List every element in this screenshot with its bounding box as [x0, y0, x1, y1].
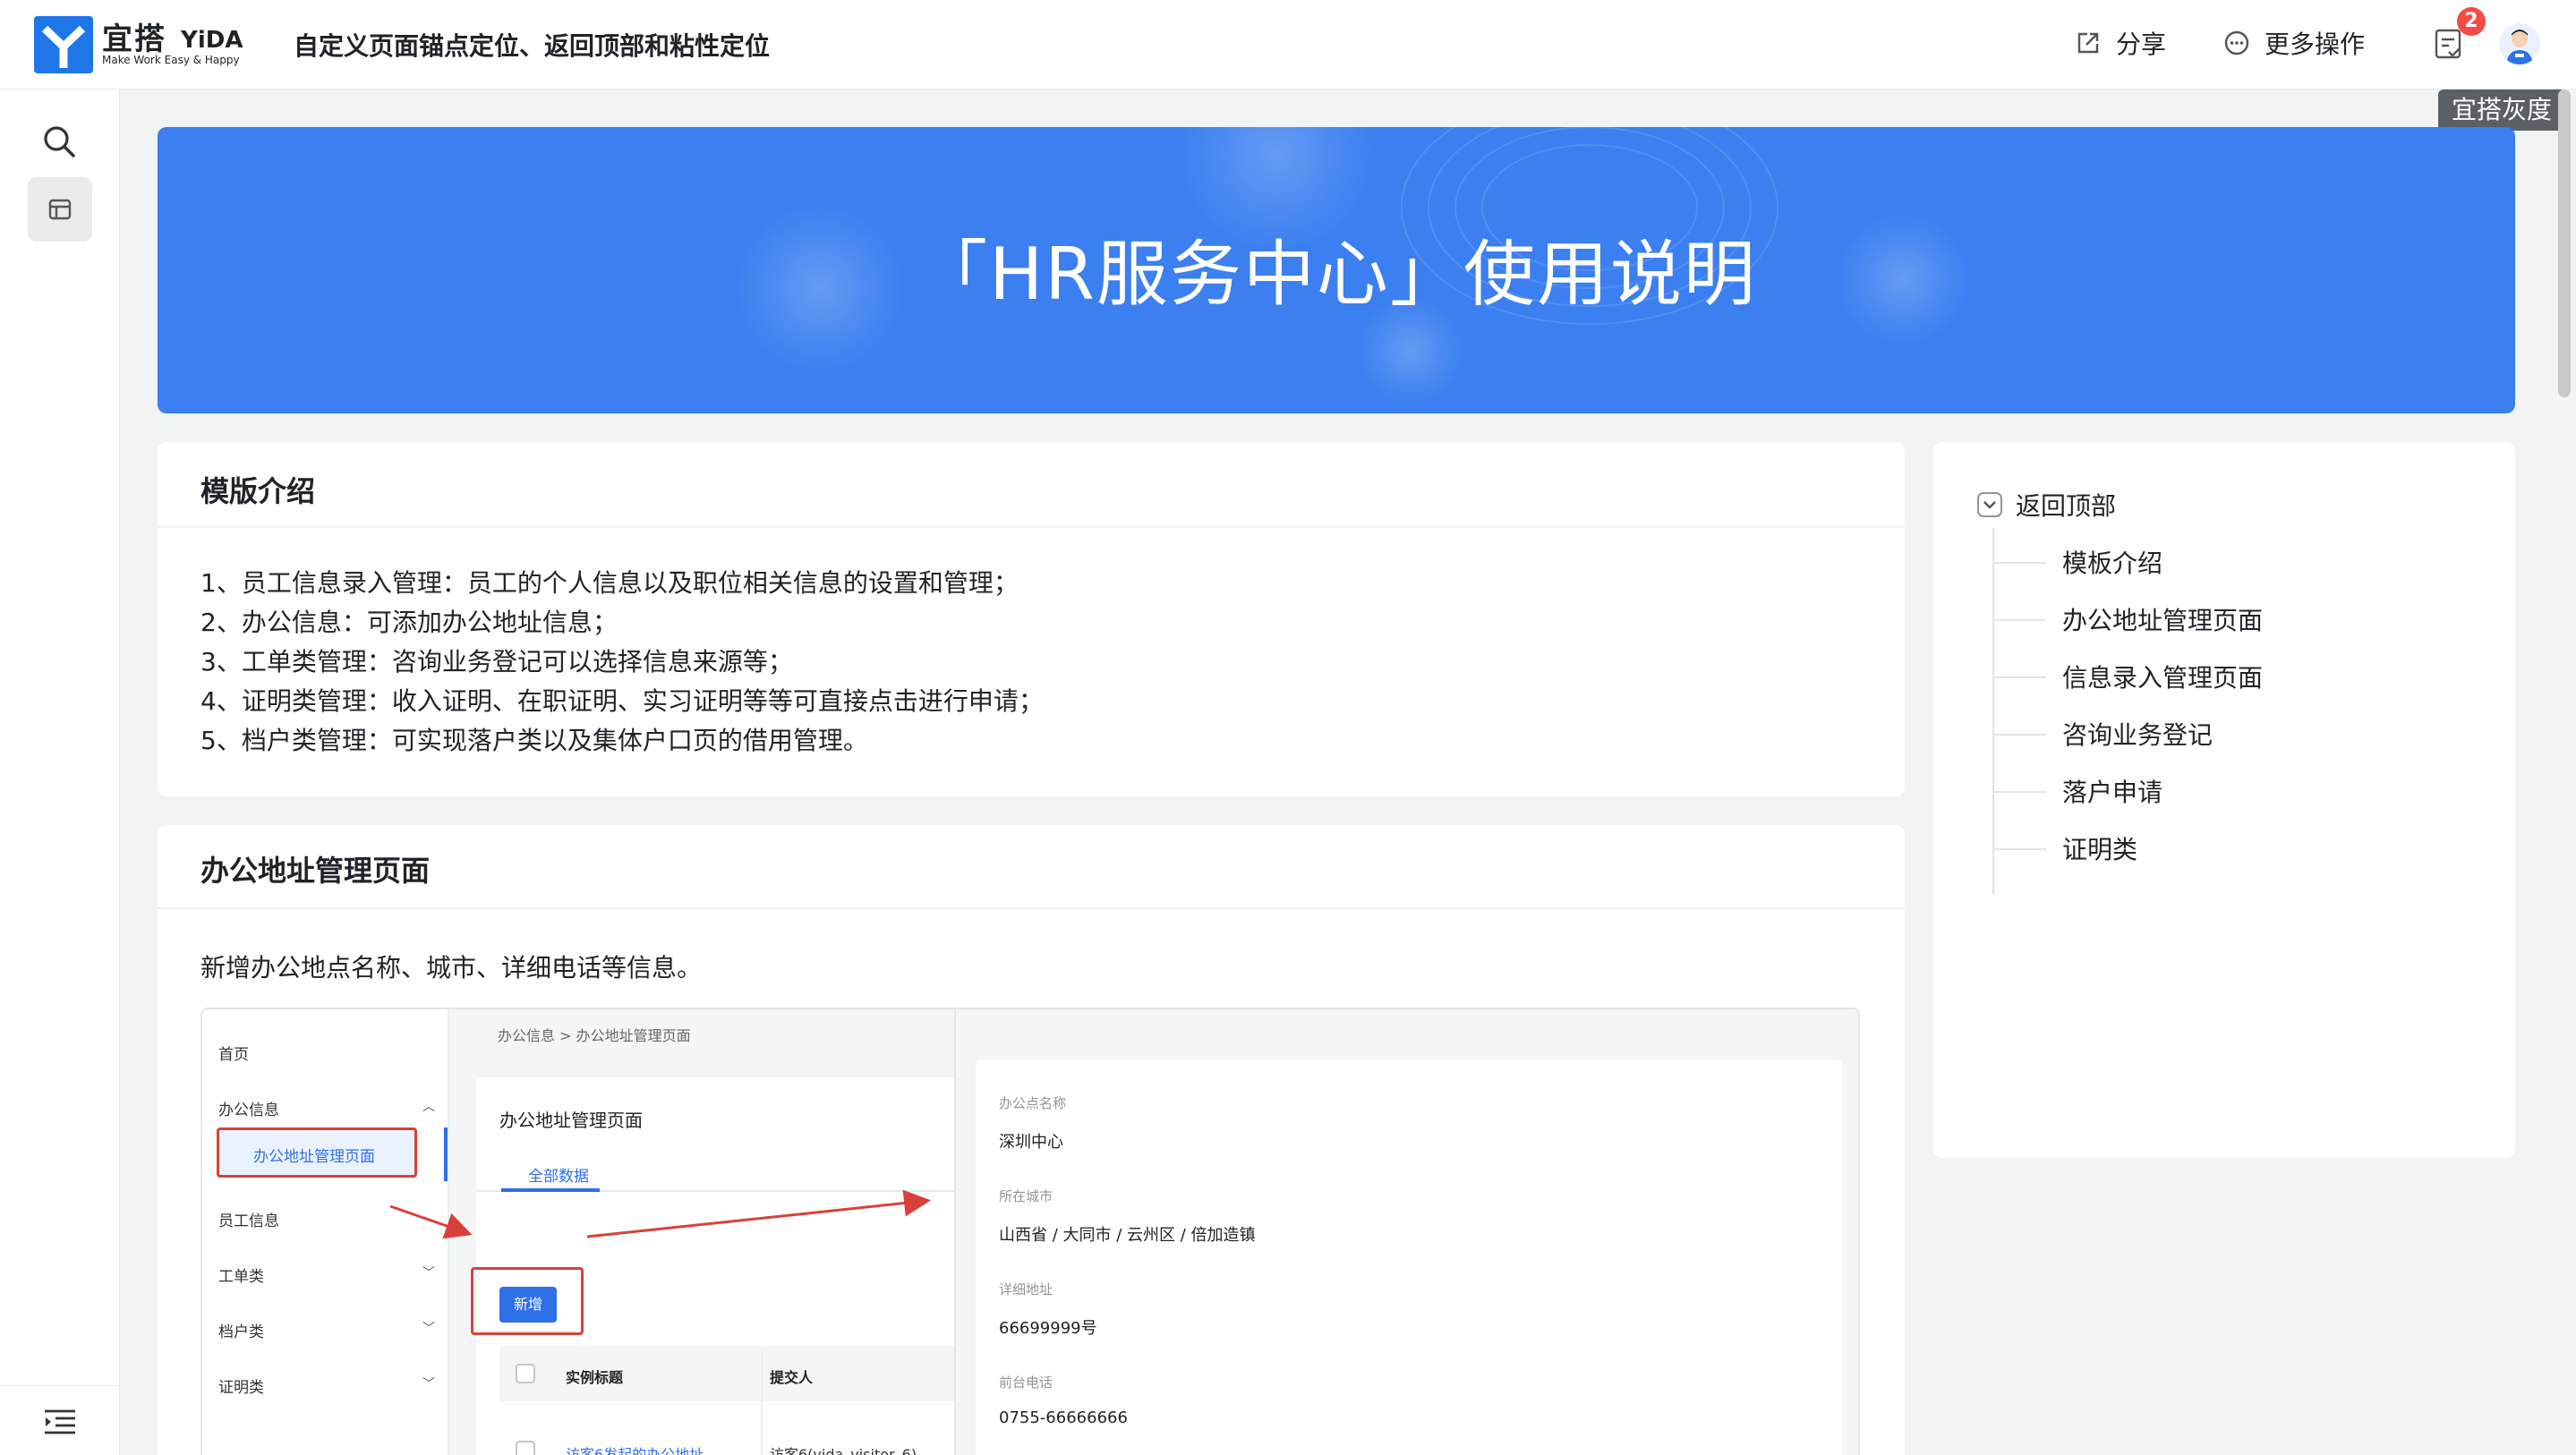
anchor-item-intro[interactable]: 模板介绍 [2062, 544, 2162, 580]
anchor-tick [1992, 619, 2046, 621]
intro-section: 模版介绍 1、员工信息录入管理：员工的个人信息以及职位相关信息的设置和管理； 2… [158, 442, 1905, 796]
more-icon [2224, 30, 2249, 55]
anchor-tick [1992, 848, 2046, 850]
office-divider [158, 907, 1905, 909]
anchor-item-settlement[interactable]: 落户申请 [2062, 773, 2162, 809]
share-button[interactable]: 分享 [2075, 25, 2166, 61]
banner: 「HR服务中心」使用说明 [158, 127, 2515, 413]
collapse-menu-icon[interactable] [43, 1408, 77, 1435]
intro-title: 模版介绍 [200, 474, 316, 508]
search-icon[interactable] [41, 123, 77, 159]
avatar[interactable] [2499, 23, 2540, 64]
logo-text-en: YiDA [181, 27, 243, 54]
anchor-tick [1992, 562, 2046, 564]
office-screenshot: 首页 办公信息 ︿ 办公地址管理页面 员工信息 工单类 ﹀ 档户类 ﹀ 证明类 … [200, 1008, 1860, 1455]
intro-line: 4、证明类管理：收入证明、在职证明、实习证明等等可直接点击进行申请； [200, 686, 1044, 716]
page-scrollbar[interactable] [2558, 89, 2571, 397]
back-to-top-label: 返回顶部 [2016, 491, 2117, 521]
intro-list: 1、员工信息录入管理：员工的个人信息以及职位相关信息的设置和管理； 2、办公信息… [200, 564, 1044, 761]
office-address-section: 办公地址管理页面 新增办公地点名称、城市、详细电话等信息。 首页 办公信息 ︿ … [158, 825, 1905, 1455]
todo-icon[interactable] [2433, 27, 2465, 61]
intro-line: 3、工单类管理：咨询业务登记可以选择信息来源等； [200, 647, 793, 676]
logo-text-zh: 宜搭 [102, 21, 166, 57]
left-rail [0, 89, 120, 1455]
anchor-item-certificate[interactable]: 证明类 [2062, 830, 2137, 866]
intro-line: 1、员工信息录入管理：员工的个人信息以及职位相关信息的设置和管理； [200, 568, 1019, 598]
top-bar: 宜搭 YiDA Make Work Easy & Happy 自定义页面锚点定位… [0, 0, 2576, 89]
office-title: 办公地址管理页面 [200, 854, 431, 888]
anchor-tree-line [1992, 528, 1994, 895]
anchor-nav: 返回顶部 模板介绍 办公地址管理页面 信息录入管理页面 咨询业务登记 落户申请 … [1933, 442, 2515, 1158]
more-actions-label: 更多操作 [2265, 30, 2366, 59]
anchor-tick [1992, 734, 2046, 736]
banner-title: 「HR服务中心」使用说明 [916, 233, 1757, 316]
anchor-item-consult[interactable]: 咨询业务登记 [2062, 716, 2213, 752]
more-actions-button[interactable]: 更多操作 [2223, 25, 2365, 61]
page-icon [48, 199, 72, 220]
yida-logo[interactable] [34, 16, 93, 73]
gray-release-tag: 宜搭灰度 [2438, 89, 2565, 131]
anchor-tick [1992, 791, 2046, 793]
todo-badge: 2 [2457, 7, 2486, 36]
share-label: 分享 [2116, 30, 2167, 59]
anchor-item-office-address[interactable]: 办公地址管理页面 [2062, 601, 2263, 637]
user-avatar-icon [2506, 30, 2533, 64]
rail-divider [0, 1385, 120, 1386]
anchor-item-info-entry[interactable]: 信息录入管理页面 [2062, 659, 2263, 694]
intro-divider [158, 526, 1905, 528]
intro-line: 2、办公信息：可添加办公地址信息； [200, 608, 618, 637]
share-icon [2077, 32, 2099, 54]
anchor-tick [1992, 676, 2046, 678]
page-nav-button[interactable] [28, 177, 92, 242]
intro-line: 5、档户类管理：可实现落户类以及集体户口页的借用管理。 [200, 726, 868, 755]
back-to-top-link[interactable]: 返回顶部 [1976, 487, 2116, 523]
annotation-arrows [389, 1189, 931, 1239]
page-title: 自定义页面锚点定位、返回顶部和粘性定位 [294, 31, 771, 61]
office-description: 新增办公地点名称、城市、详细电话等信息。 [200, 953, 703, 983]
chevron-down-icon [1977, 492, 2002, 517]
logo-slogan: Make Work Easy & Happy [102, 54, 240, 66]
